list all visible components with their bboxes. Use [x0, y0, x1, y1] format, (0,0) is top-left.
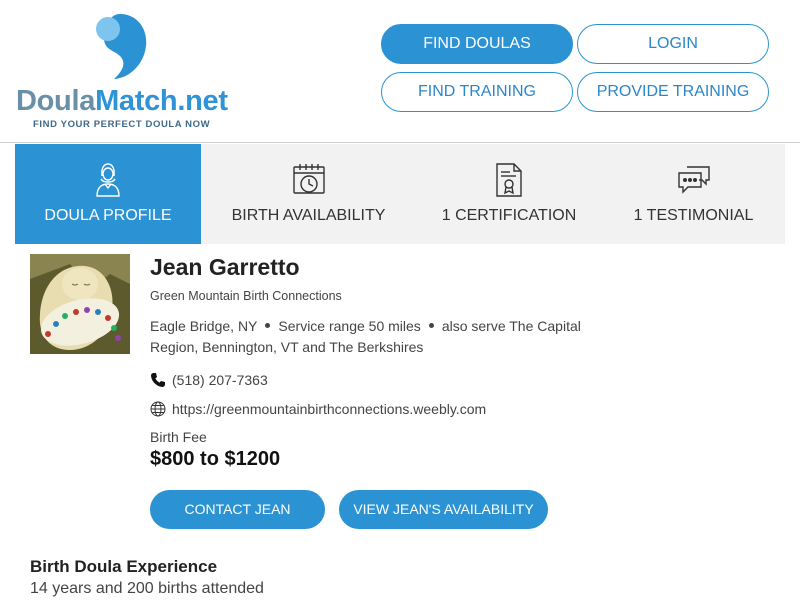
tab-doula-profile[interactable]: DOULA PROFILE	[15, 144, 201, 244]
provide-training-button[interactable]: PROVIDE TRAINING	[577, 72, 769, 112]
doula-location: Eagle Bridge, NY Service range 50 miles al…	[150, 316, 620, 358]
site-header: DoulaMatch.net FIND YOUR PERFECT DOULA N…	[0, 0, 800, 143]
tab-label: 1 TESTIMONIAL	[633, 207, 754, 224]
find-training-button[interactable]: FIND TRAINING	[381, 72, 573, 112]
logo-wordmark: DoulaMatch.net	[16, 85, 228, 118]
tab-certification[interactable]: 1 CERTIFICATION	[416, 144, 602, 244]
birth-fee-value: $800 to $1200	[150, 448, 281, 470]
view-availability-button[interactable]: VIEW JEAN'S AVAILABILITY	[339, 490, 548, 529]
phone-icon	[151, 373, 165, 387]
find-doulas-button[interactable]: FIND DOULAS	[381, 24, 573, 64]
tab-testimonial[interactable]: 1 TESTIMONIAL	[602, 144, 785, 244]
tab-label: DOULA PROFILE	[44, 207, 172, 224]
calendar-clock-icon	[292, 164, 325, 194]
website-url: https://greenmountainbirthconnections.we…	[172, 401, 487, 417]
certificate-icon	[496, 163, 522, 197]
logo-part2: Match.net	[95, 85, 228, 117]
separator-dot	[428, 323, 434, 329]
experience-heading: Birth Doula Experience	[30, 557, 218, 576]
logo-part1: Doula	[16, 85, 96, 117]
tab-birth-availability[interactable]: BIRTH AVAILABILITY	[201, 144, 416, 244]
doula-photo	[30, 254, 130, 354]
logo-mark-icon	[96, 14, 147, 79]
login-button[interactable]: LOGIN	[577, 24, 769, 64]
globe-icon	[150, 401, 166, 417]
doula-person-icon	[96, 163, 120, 197]
birth-fee-label: Birth Fee	[150, 429, 207, 445]
service-range: Service range 50 miles	[278, 318, 421, 334]
site-logo[interactable]: DoulaMatch.net FIND YOUR PERFECT DOULA N…	[16, 10, 228, 135]
phone-number: (518) 207-7363	[172, 372, 268, 388]
website-link[interactable]: https://greenmountainbirthconnections.we…	[150, 401, 486, 417]
phone-contact[interactable]: (518) 207-7363	[150, 372, 268, 388]
location-city: Eagle Bridge, NY	[150, 318, 258, 334]
experience-text: 14 years and 200 births attended	[30, 580, 264, 597]
separator-dot	[265, 323, 271, 329]
doula-organization: Green Mountain Birth Connections	[150, 289, 342, 303]
tab-label: BIRTH AVAILABILITY	[231, 207, 386, 224]
contact-button[interactable]: CONTACT JEAN	[150, 490, 325, 529]
profile-tabs: DOULA PROFILE BIRTH AVAILABILITY 1 CERTI…	[15, 144, 785, 244]
speech-bubbles-icon	[677, 166, 710, 194]
doula-name: Jean Garretto	[150, 254, 300, 280]
tab-label: 1 CERTIFICATION	[441, 207, 577, 224]
logo-tagline: FIND YOUR PERFECT DOULA NOW	[33, 119, 211, 130]
